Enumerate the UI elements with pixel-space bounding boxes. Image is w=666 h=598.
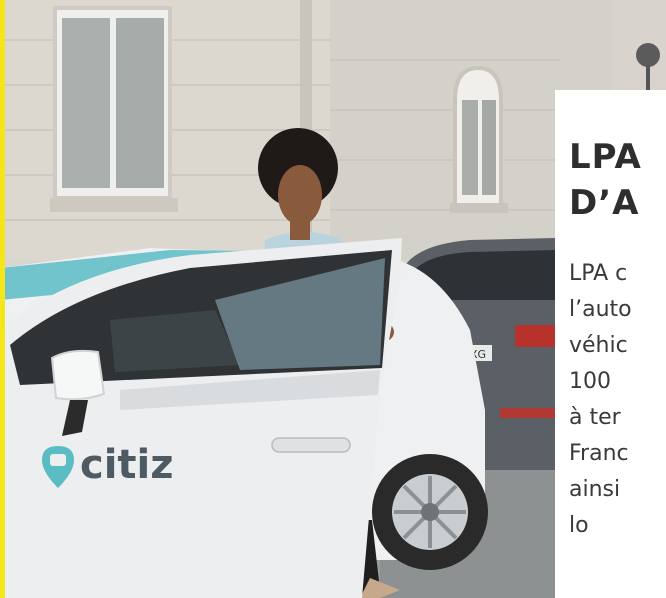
card-body-line: lo	[569, 513, 589, 538]
card-body-line: Franc	[569, 441, 629, 466]
card-body-line: 100	[569, 369, 611, 394]
card-body-line: ainsi	[569, 477, 621, 502]
door-handle	[271, 437, 351, 453]
side-mirror	[50, 349, 106, 401]
card-title-line: D’A	[569, 183, 640, 223]
yellow-accent-bar	[0, 0, 5, 598]
card-title-line: LPA	[569, 137, 642, 177]
card-body-line: à ter	[569, 405, 621, 430]
card-body-line: LPA c	[569, 261, 628, 286]
card-body-line: véhic	[569, 333, 628, 358]
card-title: LPA D’A	[569, 134, 666, 226]
citiz-logo: citiz	[42, 442, 174, 488]
card-body-line: l’auto	[569, 297, 632, 322]
card-body: LPA c l’auto véhic 100 à ter Franc ainsi…	[569, 256, 666, 544]
citiz-brand-text: citiz	[80, 442, 174, 488]
text-card: LPA D’A LPA c l’auto véhic 100 à ter Fra…	[555, 90, 666, 598]
